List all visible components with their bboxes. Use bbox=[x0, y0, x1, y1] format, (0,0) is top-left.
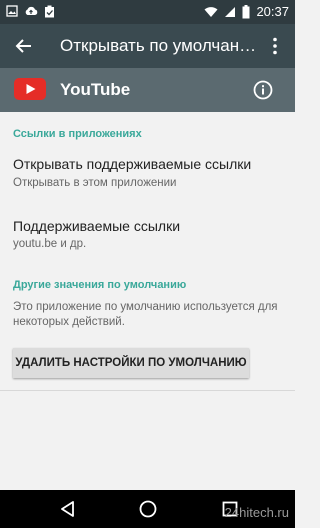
status-time: 20:37 bbox=[256, 4, 289, 19]
signal-icon bbox=[225, 6, 236, 17]
clipboard-check-icon bbox=[45, 5, 54, 18]
notification-icons bbox=[6, 5, 55, 18]
section-header-app-links: Ссылки в приложениях bbox=[13, 128, 142, 140]
back-arrow-icon[interactable] bbox=[12, 34, 36, 58]
clear-defaults-button[interactable]: УДАЛИТЬ НАСТРОЙКИ ПО УМОЛЧАНИЮ bbox=[13, 348, 249, 378]
open-supported-links-item[interactable]: Открывать поддерживаемые ссылки Открыват… bbox=[0, 148, 295, 196]
watermark: 24hitech.ru bbox=[224, 505, 289, 520]
app-header-row: YouTube bbox=[0, 68, 295, 112]
system-icons: 20:37 bbox=[204, 4, 289, 19]
nav-back-icon[interactable] bbox=[58, 499, 78, 519]
section-header-other-defaults: Другие значения по умолчанию bbox=[13, 279, 187, 291]
youtube-logo-icon bbox=[14, 78, 46, 100]
supported-links-title: Поддерживаемые ссылки bbox=[13, 218, 181, 234]
more-options-icon[interactable] bbox=[263, 34, 287, 58]
supported-links-item[interactable]: Поддерживаемые ссылки youtu.be и др. bbox=[0, 210, 295, 256]
divider bbox=[0, 390, 295, 391]
image-icon bbox=[6, 5, 18, 17]
wifi-icon bbox=[204, 6, 218, 17]
open-supported-links-subtitle: Открывать в этом приложении bbox=[13, 177, 177, 189]
defaults-description: Это приложение по умолчанию используется… bbox=[13, 301, 278, 328]
app-name: YouTube bbox=[60, 80, 131, 99]
cloud-upload-icon bbox=[25, 6, 38, 15]
content-area: Ссылки в приложениях Открывать поддержив… bbox=[0, 112, 295, 490]
battery-icon bbox=[242, 4, 250, 18]
open-supported-links-title: Открывать поддерживаемые ссылки bbox=[13, 156, 252, 172]
page-title: Открывать по умолчанию bbox=[60, 36, 260, 55]
nav-home-icon[interactable] bbox=[138, 499, 158, 519]
status-bar: 20:37 bbox=[0, 0, 295, 24]
app-bar: Открывать по умолчанию bbox=[0, 24, 295, 68]
supported-links-subtitle: youtu.be и др. bbox=[13, 238, 87, 250]
info-icon[interactable] bbox=[253, 80, 273, 100]
